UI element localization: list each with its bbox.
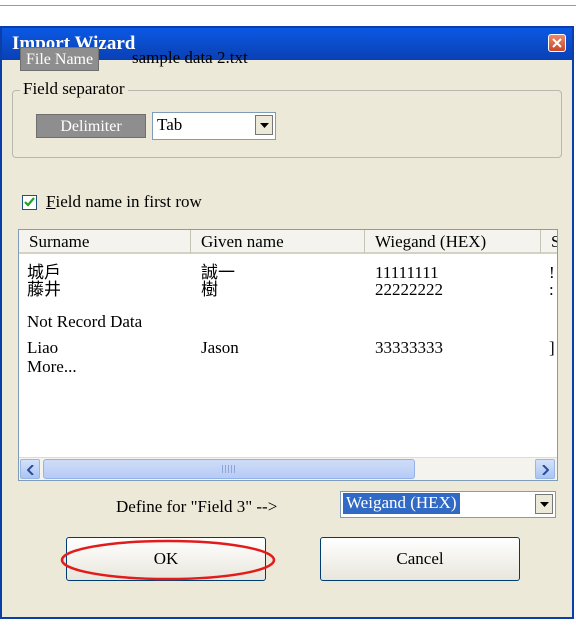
- delimiter-select[interactable]: Tab: [152, 112, 276, 140]
- delimiter-dropdown-button[interactable]: [255, 115, 273, 135]
- close-button[interactable]: [548, 34, 566, 52]
- define-field-label: Define for "Field 3" -->: [116, 497, 278, 516]
- table-cell: More...: [27, 357, 77, 376]
- cancel-button[interactable]: Cancel: [320, 537, 520, 581]
- table-cell: Jason: [201, 338, 239, 357]
- scroll-right-icon: [542, 465, 549, 475]
- column-header-surname[interactable]: Surname: [19, 230, 191, 254]
- table-cell: 22222222: [375, 280, 443, 299]
- scroll-left-button[interactable]: [20, 459, 40, 479]
- column-header-more[interactable]: S: [541, 230, 557, 254]
- table-cell: Not Record Data: [27, 312, 143, 331]
- top-divider: [0, 5, 576, 6]
- file-name-value: sample data 2.txt: [132, 48, 248, 67]
- scroll-thumb[interactable]: [43, 459, 415, 479]
- file-name-label: File Name: [20, 47, 100, 71]
- delimiter-label: Delimiter: [36, 114, 146, 138]
- scroll-right-button[interactable]: [535, 459, 555, 479]
- highlight-annotation: [60, 539, 276, 581]
- field-name-first-row-label[interactable]: Field name in first row: [46, 192, 202, 212]
- table-cell: 樹: [201, 280, 218, 299]
- column-header-wiegand[interactable]: Wiegand (HEX): [365, 230, 541, 254]
- delimiter-value: Tab: [157, 115, 183, 134]
- table-cell: Liao: [27, 338, 59, 357]
- checkmark-icon: [24, 197, 35, 207]
- close-icon: [552, 38, 562, 48]
- dropdown-arrow-icon: [540, 502, 549, 507]
- dropdown-arrow-icon: [260, 123, 269, 128]
- field-type-value: Weigand (HEX): [343, 493, 460, 514]
- table-cell: ]: [549, 338, 555, 357]
- field-type-dropdown-button[interactable]: [535, 494, 553, 514]
- field-separator-title: Field separator: [20, 79, 128, 99]
- table-cell: 藤井: [27, 280, 61, 299]
- column-header-given-name[interactable]: Given name: [191, 230, 365, 254]
- table-cell: :: [549, 280, 554, 299]
- field-type-select[interactable]: Weigand (HEX): [340, 491, 556, 518]
- field-name-first-row-checkbox[interactable]: [22, 195, 37, 210]
- scroll-left-icon: [27, 465, 34, 475]
- horizontal-scrollbar[interactable]: [19, 457, 557, 480]
- table-cell: 33333333: [375, 338, 443, 357]
- preview-table[interactable]: Surname Given name Wiegand (HEX) S 城戶 誠一…: [18, 229, 558, 481]
- scroll-grip: [222, 465, 236, 473]
